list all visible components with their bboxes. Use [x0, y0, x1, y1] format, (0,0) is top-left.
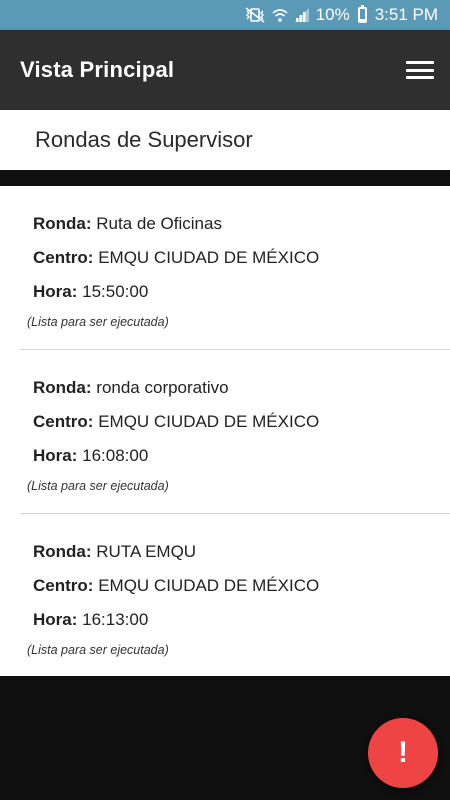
- hora-value: 15:50:00: [82, 282, 149, 301]
- hora-row: Hora: 16:08:00: [33, 444, 450, 478]
- centro-value: EMQU CIUDAD DE MÉXICO: [98, 576, 320, 595]
- centro-label: Centro:: [33, 248, 94, 267]
- status-bar: 10% 3:51 PM: [0, 0, 450, 30]
- centro-value: EMQU CIUDAD DE MÉXICO: [98, 248, 320, 267]
- app-bar: Vista Principal: [0, 30, 450, 110]
- hora-value: 16:13:00: [82, 610, 149, 629]
- ronda-status-note: (Lista para ser ejecutada): [27, 315, 169, 329]
- centro-row: Centro: EMQU CIUDAD DE MÉXICO: [33, 574, 450, 608]
- hora-row: Hora: 16:13:00: [33, 608, 450, 642]
- section-title: Rondas de Supervisor: [35, 127, 253, 152]
- ronda-item[interactable]: Ronda: RUTA EMQU Centro: EMQU CIUDAD DE …: [0, 514, 450, 678]
- ronda-value: RUTA EMQU: [96, 542, 197, 561]
- centro-label: Centro:: [33, 412, 94, 431]
- rondas-list: Ronda: Ruta de Oficinas Centro: EMQU CIU…: [0, 186, 450, 676]
- ronda-item[interactable]: Ronda: ronda corporativo Centro: EMQU CI…: [0, 350, 450, 514]
- ronda-label: Ronda:: [33, 378, 92, 397]
- signal-icon: [294, 6, 310, 24]
- ronda-status-note: (Lista para ser ejecutada): [27, 643, 169, 657]
- centro-value: EMQU CIUDAD DE MÉXICO: [98, 412, 320, 431]
- battery-icon: [357, 5, 367, 23]
- hora-label: Hora:: [33, 610, 78, 629]
- page-title: Vista Principal: [20, 57, 175, 82]
- ronda-status-note: (Lista para ser ejecutada): [27, 479, 169, 493]
- status-time: 3:51 PM: [374, 5, 438, 24]
- ronda-row: Ronda: Ruta de Oficinas: [33, 212, 450, 246]
- exclamation-icon: !: [398, 736, 408, 769]
- battery-percent: 10%: [315, 5, 350, 24]
- centro-label: Centro:: [33, 576, 94, 595]
- wifi-icon: [272, 6, 288, 24]
- mute-vibrate-icon: [244, 6, 266, 24]
- ronda-label: Ronda:: [33, 214, 92, 233]
- hora-label: Hora:: [33, 446, 78, 465]
- ronda-row: Ronda: RUTA EMQU: [33, 540, 450, 574]
- centro-row: Centro: EMQU CIUDAD DE MÉXICO: [33, 246, 450, 280]
- hora-value: 16:08:00: [82, 446, 149, 465]
- ronda-value: Ruta de Oficinas: [96, 214, 222, 233]
- hora-row: Hora: 15:50:00: [33, 280, 450, 314]
- ronda-value: ronda corporativo: [96, 378, 229, 397]
- alert-fab-button[interactable]: !: [368, 718, 438, 788]
- ronda-item[interactable]: Ronda: Ruta de Oficinas Centro: EMQU CIU…: [0, 186, 450, 350]
- centro-row: Centro: EMQU CIUDAD DE MÉXICO: [33, 410, 450, 444]
- ronda-row: Ronda: ronda corporativo: [33, 376, 450, 410]
- section-header: Rondas de Supervisor: [0, 110, 450, 170]
- hamburger-menu-icon[interactable]: [406, 59, 434, 81]
- hora-label: Hora:: [33, 282, 78, 301]
- ronda-label: Ronda:: [33, 542, 92, 561]
